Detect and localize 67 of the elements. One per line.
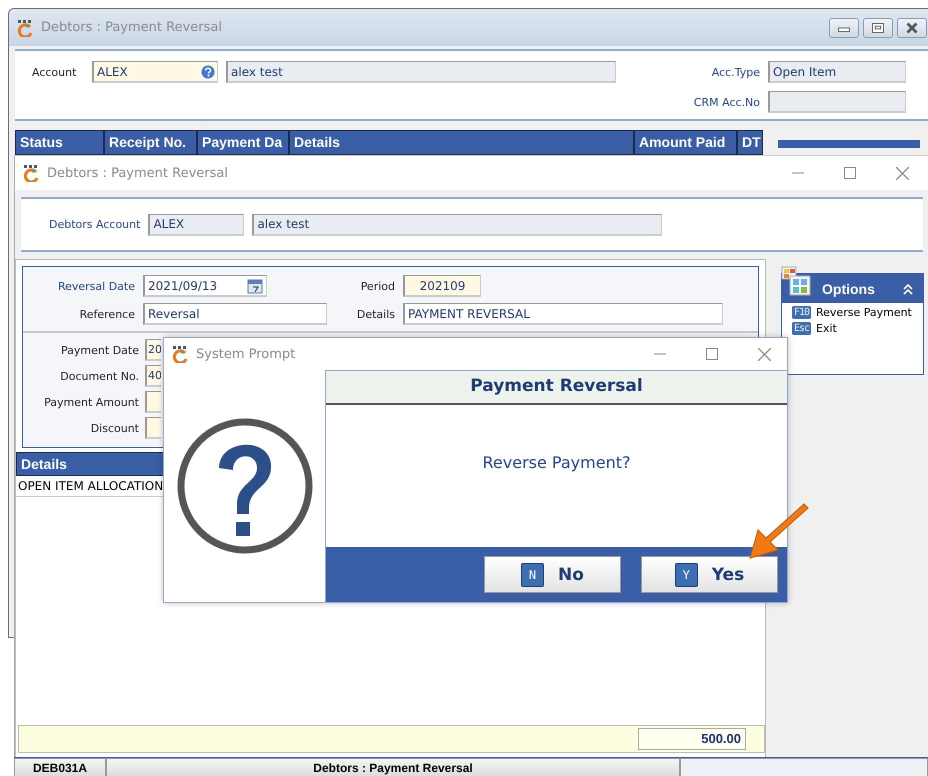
field-label: Account <box>32 66 78 78</box>
panel-title: Options <box>822 280 875 296</box>
account-field[interactable]: ALEX <box>92 61 218 83</box>
field-label: Document No. <box>59 370 139 382</box>
input-field: 20 <box>145 339 161 361</box>
column-header: DT <box>737 130 763 155</box>
column-header: Status <box>15 130 104 155</box>
maximize-icon <box>706 348 718 360</box>
app-icon <box>172 345 190 363</box>
help-icon <box>201 65 215 79</box>
menu-label: Reverse Payment <box>816 306 912 319</box>
column-header: Amount Paid <box>634 130 737 155</box>
status-cell: DEB031A <box>14 758 106 776</box>
date-field[interactable]: 2021/09/13 <box>143 275 267 297</box>
window-title: Debtors : Payment Reversal <box>47 166 228 180</box>
input-field <box>145 391 161 413</box>
key-badge: Esc <box>792 322 811 335</box>
name-field: alex test <box>252 214 662 236</box>
close-icon <box>896 166 909 180</box>
field-label: Debtors Account <box>49 218 140 231</box>
column-header: Details <box>16 452 166 476</box>
field-label: Payment Date <box>60 344 139 356</box>
account-field: ALEX <box>148 214 244 236</box>
key-badge: F10 <box>792 306 811 319</box>
text-field[interactable]: PAYMENT REVERSAL <box>403 303 723 325</box>
dialog-message: Reverse Payment? <box>482 453 630 474</box>
menu-label: Exit <box>816 322 837 335</box>
input-field: 40 <box>145 365 161 387</box>
key-badge: Y <box>674 562 698 586</box>
field-label: Acc.Type <box>710 66 760 78</box>
field-label: Payment Amount <box>43 396 139 408</box>
field-label: CRM Acc.No <box>692 96 760 108</box>
window-title: System Prompt <box>196 346 296 362</box>
acc-type-field: Open Item <box>768 61 906 83</box>
column-header: Details <box>289 130 634 155</box>
key-badge: N <box>521 562 544 586</box>
close-icon <box>897 18 927 38</box>
minimize-icon <box>654 352 666 354</box>
period-field: 202109 <box>403 275 481 297</box>
field-label: Period <box>360 280 395 292</box>
question-icon <box>174 416 314 556</box>
menu-item[interactable]: F10 Reverse Payment <box>782 303 923 319</box>
field-label: Details <box>356 308 395 320</box>
minimize-icon <box>792 172 804 174</box>
total-field: 500.00 <box>638 728 746 750</box>
field-label: Reference <box>78 308 135 320</box>
dialog-button[interactable]: Y Yes <box>641 556 778 593</box>
text-field[interactable]: Reversal <box>143 303 327 325</box>
column-header: Receipt No. <box>104 130 197 155</box>
field-label: Reversal Date <box>56 280 135 292</box>
close-icon <box>758 348 771 360</box>
maximize-icon <box>863 18 893 38</box>
app-icon <box>23 164 41 182</box>
input-field <box>145 417 161 439</box>
calendar-icon <box>247 278 263 294</box>
collapse-icon <box>901 282 915 294</box>
window-title: Debtors : Payment Reversal <box>41 20 222 35</box>
column-header: Payment Da <box>197 130 289 155</box>
dialog-heading: Payment Reversal <box>326 371 787 405</box>
menu-item[interactable]: Esc Exit <box>782 319 923 335</box>
dialog-button[interactable]: N No <box>484 556 621 593</box>
app-icon <box>17 18 35 36</box>
name-field: alex test <box>226 61 616 83</box>
field-label: Discount <box>90 422 139 434</box>
status-cell: Debtors : Payment Reversal <box>106 758 680 776</box>
minimize-icon <box>829 18 859 38</box>
maximize-icon <box>844 166 856 178</box>
